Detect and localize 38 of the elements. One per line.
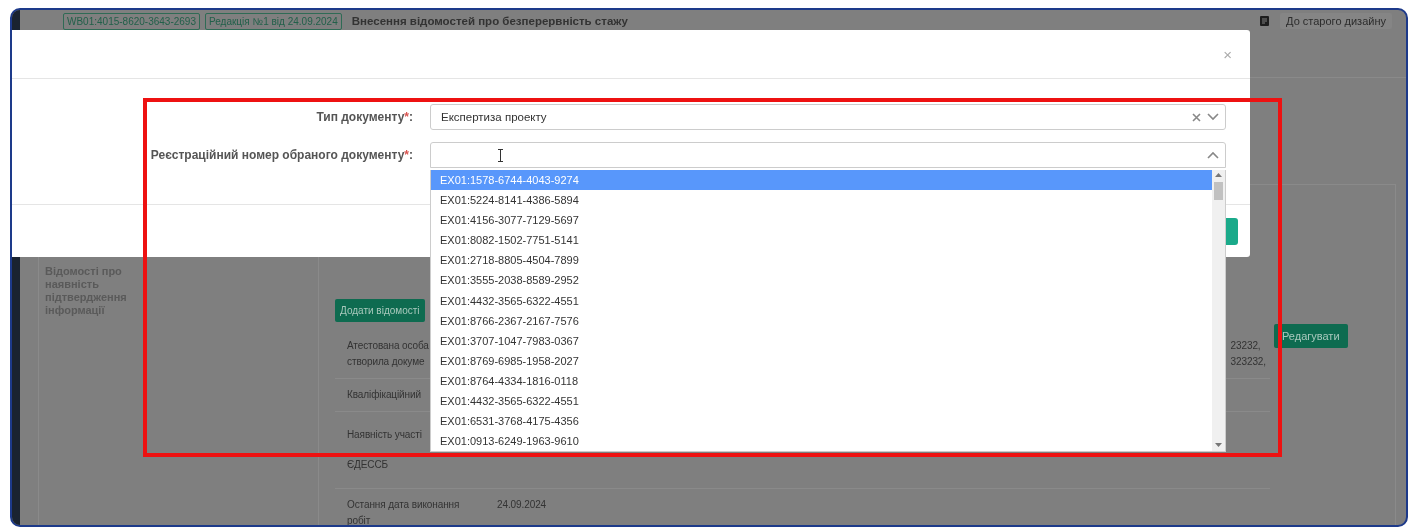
- field-label: Наявність участі ЄДЕССБ: [347, 428, 422, 472]
- dropdown-option[interactable]: EX01:3707-1047-7983-0367: [431, 330, 1212, 351]
- selected-value: Експертиза проекту: [441, 111, 547, 123]
- edit-button[interactable]: Редагувати: [1274, 324, 1348, 348]
- field-label: Атестована особа створила докуме: [347, 339, 429, 369]
- field-label: Реєстраційний номер обраного документу*:: [149, 148, 413, 162]
- dropdown-option[interactable]: EX01:2718-8805-4504-7899: [431, 250, 1212, 271]
- dropdown-option[interactable]: EX01:0913-6249-1963-9610: [431, 431, 1212, 452]
- scrollbar[interactable]: [1212, 170, 1225, 451]
- dropdown-option[interactable]: EX01:3555-2038-8589-2952: [431, 270, 1212, 291]
- dropdown-option[interactable]: EX01:8764-4334-1816-0118: [431, 370, 1212, 392]
- clear-icon[interactable]: [1192, 112, 1201, 122]
- add-info-button[interactable]: Додати відомості: [335, 299, 425, 322]
- select-field[interactable]: [430, 142, 1226, 168]
- document-badge: Редакція №1 від 24.09.2024: [205, 12, 342, 30]
- dropdown-option[interactable]: EX01:6531-3768-4175-4356: [431, 411, 1212, 432]
- old-design-link[interactable]: До старого дизайну: [1280, 13, 1392, 29]
- text-cursor-icon: [497, 148, 504, 162]
- document-icon: [1260, 16, 1270, 26]
- page-title: Внесення відомостей про безперервність стажу: [351, 15, 628, 27]
- chevron-up-icon[interactable]: [1207, 151, 1219, 159]
- dropdown-option[interactable]: EX01:8766-2367-2167-7576: [431, 310, 1212, 331]
- field-label: Кваліфікаційний: [347, 388, 421, 402]
- dropdown-option[interactable]: EX01:4432-3565-6322-4551: [431, 391, 1212, 412]
- dropdown-option[interactable]: EX01:4432-3565-6322-4551: [431, 290, 1212, 311]
- dropdown-option[interactable]: EX01:8769-6985-1958-2027: [431, 350, 1212, 371]
- field-value: 24.09.2024: [497, 498, 547, 512]
- dropdown-option[interactable]: EX01:8082-1502-7751-5141: [431, 230, 1212, 251]
- scrollbar-thumb[interactable]: [1214, 182, 1223, 200]
- field-label: Тип документу*:: [315, 110, 413, 124]
- dropdown-option[interactable]: EX01:4156-3077-7129-5697: [431, 210, 1212, 231]
- chevron-down-icon[interactable]: [1207, 113, 1219, 121]
- field-value: 23232, 323232,: [1230, 339, 1266, 369]
- select-field[interactable]: Експертиза проекту: [430, 104, 1226, 130]
- scroll-down-icon[interactable]: [1215, 443, 1222, 447]
- document-badge: WB01:4015-8620-3643-2693: [63, 12, 200, 30]
- dropdown-option[interactable]: EX01:5224-8141-4386-5894: [431, 190, 1212, 211]
- scroll-up-icon[interactable]: [1215, 173, 1222, 177]
